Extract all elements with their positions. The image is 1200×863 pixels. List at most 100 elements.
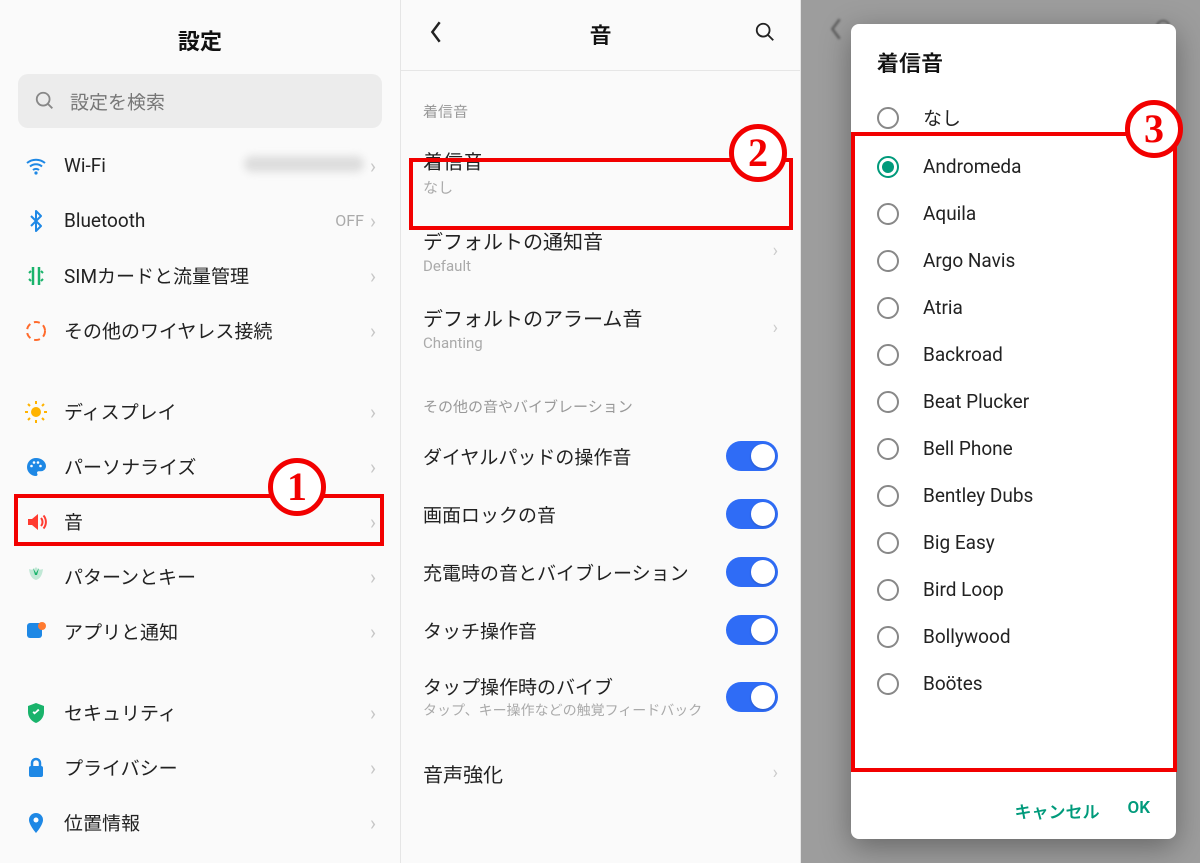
radio-icon [877, 626, 899, 648]
ringtone-option[interactable]: Beat Plucker [851, 378, 1176, 425]
radio-icon [877, 532, 899, 554]
radio-icon [877, 485, 899, 507]
sim-icon [24, 264, 64, 288]
toggle-row-1: 画面ロックの音 [401, 485, 800, 543]
toggle-switch[interactable] [726, 557, 778, 587]
ringtone-option[interactable]: Atria [851, 284, 1176, 331]
option-label: Bollywood [923, 625, 1011, 648]
toggle-switch[interactable] [726, 441, 778, 471]
item-label: セキュリティ [64, 699, 370, 726]
settings-item-bluetooth[interactable]: BluetoothOFF› [0, 193, 400, 248]
radio-icon [877, 203, 899, 225]
sound-row-2[interactable]: デフォルトのアラーム音 Chanting › [401, 289, 800, 366]
chevron-right-icon: › [370, 264, 376, 288]
settings-item-apps[interactable]: アプリと通知› [0, 604, 400, 659]
location-icon [24, 811, 64, 835]
ringtone-option[interactable]: なし [851, 92, 1176, 143]
apps-icon [24, 620, 64, 644]
sound-row-1[interactable]: デフォルトの通知音 Default › [401, 212, 800, 289]
search-input[interactable]: 設定を検索 [18, 74, 382, 128]
radio-icon [877, 344, 899, 366]
option-label: Beat Plucker [923, 390, 1029, 413]
item-label: Wi-Fi [64, 154, 244, 177]
chevron-right-icon: › [773, 240, 778, 261]
row-subtitle: Chanting [423, 334, 778, 352]
page-title: 音 [589, 18, 611, 50]
ringtone-option[interactable]: Andromeda [851, 143, 1176, 190]
chevron-right-icon: › [370, 400, 376, 424]
row-title: 着信音 [423, 146, 778, 175]
option-label: Argo Navis [923, 249, 1015, 272]
ringtone-option[interactable]: Boötes [851, 660, 1176, 707]
personalize-icon [24, 455, 64, 479]
settings-item-privacy[interactable]: プライバシー› [0, 740, 400, 795]
chevron-right-icon: › [370, 154, 376, 178]
cancel-button[interactable]: キャンセル [1015, 798, 1100, 823]
ok-button[interactable]: OK [1128, 798, 1151, 823]
settings-item-wifi[interactable]: Wi-Fi › [0, 138, 400, 193]
section-header-other: その他の音やバイブレーション [401, 366, 800, 427]
item-label: アプリと通知 [64, 618, 370, 645]
pattern-icon [24, 565, 64, 589]
ringtone-option[interactable]: Bollywood [851, 613, 1176, 660]
chevron-right-icon: › [773, 317, 778, 338]
toggle-switch[interactable] [726, 682, 778, 712]
toggle-title: 充電時の音とバイブレーション [423, 559, 714, 586]
radio-icon [877, 579, 899, 601]
chevron-right-icon: › [370, 620, 376, 644]
chevron-left-icon [429, 21, 443, 43]
settings-item-pattern[interactable]: パターンとキー› [0, 549, 400, 604]
item-value [244, 156, 364, 176]
search-icon [754, 21, 776, 43]
ringtone-option[interactable]: Aquila [851, 190, 1176, 237]
settings-item-security[interactable]: セキュリティ› [0, 685, 400, 740]
ringtone-option[interactable]: Bell Phone [851, 425, 1176, 472]
page-title: 設定 [0, 0, 400, 74]
section-header-ringtone: 着信音 [401, 71, 800, 132]
row-voice-enhance[interactable]: 音声強化 › [401, 745, 800, 802]
security-icon [24, 701, 64, 725]
row-title: デフォルトのアラーム音 [423, 303, 778, 332]
chevron-right-icon: › [370, 455, 376, 479]
toggle-switch[interactable] [726, 499, 778, 529]
row-subtitle: Default [423, 257, 778, 275]
display-icon [24, 400, 64, 424]
back-button[interactable] [421, 21, 451, 47]
radio-icon [877, 438, 899, 460]
ringtone-option[interactable]: Bird Loop [851, 566, 1176, 613]
radio-icon [877, 156, 899, 178]
ringtone-option[interactable]: Bentley Dubs [851, 472, 1176, 519]
row-title: デフォルトの通知音 [423, 226, 778, 255]
settings-item-location[interactable]: 位置情報› [0, 795, 400, 850]
ringtone-dialog: 着信音 なし Andromeda Aquila Argo Navis Atria… [851, 24, 1176, 839]
toggle-row-2: 充電時の音とバイブレーション [401, 543, 800, 601]
toggle-switch[interactable] [726, 615, 778, 645]
option-label: Big Easy [923, 531, 995, 554]
sound-row-0[interactable]: 着信音 なし › [401, 132, 800, 212]
chevron-right-icon: › [773, 162, 778, 183]
toggle-sub: タップ、キー操作などの触覚フィードバック [423, 702, 714, 721]
search-button[interactable] [750, 21, 780, 47]
chevron-right-icon: › [370, 319, 376, 343]
settings-item-sound[interactable]: 音› [0, 494, 400, 549]
dialog-title: 着信音 [851, 46, 1176, 92]
settings-item-display[interactable]: ディスプレイ› [0, 384, 400, 439]
chevron-right-icon: › [370, 756, 376, 780]
search-icon [34, 90, 56, 112]
settings-item-sim[interactable]: SIMカードと流量管理› [0, 248, 400, 303]
chevron-right-icon: › [370, 565, 376, 589]
item-label: Bluetooth [64, 209, 335, 232]
toggle-row-4: タップ操作時のバイブタップ、キー操作などの触覚フィードバック [401, 659, 800, 735]
item-label: パーソナライズ [64, 453, 370, 480]
ringtone-option[interactable]: Backroad [851, 331, 1176, 378]
toggle-title: タッチ操作音 [423, 617, 714, 644]
ringtone-option[interactable]: Argo Navis [851, 237, 1176, 284]
privacy-icon [24, 756, 64, 780]
settings-item-personalize[interactable]: パーソナライズ› [0, 439, 400, 494]
option-label: Atria [923, 296, 963, 319]
settings-main-panel: 設定 設定を検索 Wi-Fi › BluetoothOFF›SIMカードと流量管理›… [0, 0, 400, 863]
ringtone-option[interactable]: Big Easy [851, 519, 1176, 566]
toggle-row-0: ダイヤルパッドの操作音 [401, 427, 800, 485]
settings-item-wireless[interactable]: その他のワイヤレス接続› [0, 303, 400, 358]
toggle-row-3: タッチ操作音 [401, 601, 800, 659]
